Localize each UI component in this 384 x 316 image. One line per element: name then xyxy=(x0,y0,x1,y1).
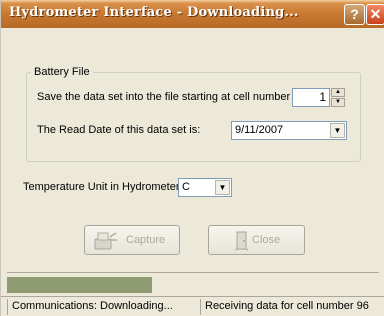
door-icon xyxy=(234,231,249,254)
status-communications: Communications: Downloading... xyxy=(7,299,197,315)
read-date-value: 9/11/2007 xyxy=(235,124,284,136)
progress-fill xyxy=(7,277,152,293)
capture-icon xyxy=(93,231,119,254)
battery-file-group xyxy=(26,72,361,162)
capture-label: Capture xyxy=(126,234,166,246)
hydrometer-window: Hydrometer Interface - Downloading... ? … xyxy=(0,0,384,316)
chevron-down-icon[interactable]: ▼ xyxy=(330,123,345,138)
close-label: Close xyxy=(252,234,281,246)
temperature-unit-value: C xyxy=(182,181,190,193)
close-button[interactable]: Close xyxy=(208,225,305,255)
help-button[interactable]: ? xyxy=(344,4,365,25)
read-date-picker[interactable]: 9/11/2007 ▼ xyxy=(231,121,347,140)
spin-down-icon[interactable]: ▼ xyxy=(331,98,345,107)
title-bar[interactable]: Hydrometer Interface - Downloading... ? … xyxy=(1,0,384,28)
status-receiving: Receiving data for cell number 96 xyxy=(200,299,383,315)
temperature-unit-select[interactable]: C ▼ xyxy=(178,178,232,197)
capture-button[interactable]: Capture xyxy=(84,225,180,255)
chevron-down-icon[interactable]: ▼ xyxy=(215,180,230,195)
cell-number-spin-buttons: ▲ ▼ xyxy=(331,88,345,107)
status-bar: Communications: Downloading... Receiving… xyxy=(1,296,384,316)
cell-number-stepper[interactable]: 1 ▲ ▼ xyxy=(292,88,345,107)
battery-file-legend: Battery File xyxy=(31,66,93,78)
window-title: Hydrometer Interface - Downloading... xyxy=(9,5,299,20)
temperature-unit-label: Temperature Unit in Hydrometer: xyxy=(23,181,183,193)
read-date-label: The Read Date of this data set is: xyxy=(37,124,201,136)
download-progress-bar xyxy=(7,272,379,294)
cell-number-input[interactable]: 1 xyxy=(292,88,330,107)
spin-up-icon[interactable]: ▲ xyxy=(331,88,345,97)
save-cell-label: Save the data set into the file starting… xyxy=(37,91,291,103)
close-window-button[interactable]: ✕ xyxy=(366,4,384,25)
